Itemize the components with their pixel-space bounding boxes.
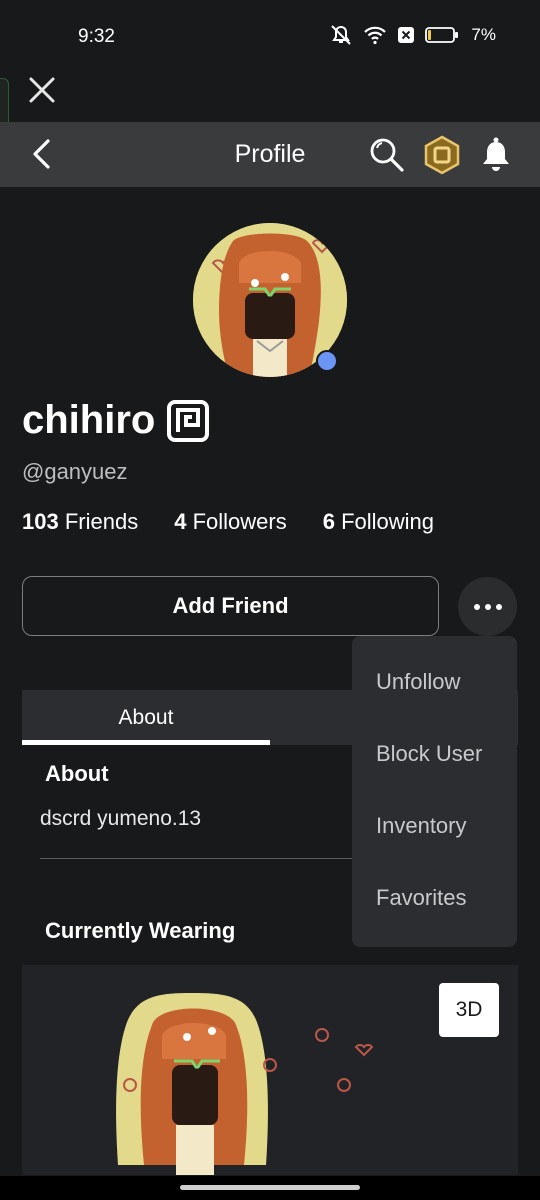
sim-off-icon	[398, 27, 415, 43]
home-indicator[interactable]	[180, 1185, 360, 1190]
more-options-menu: Unfollow Block User Inventory Favorites	[352, 636, 517, 947]
more-dot-icon	[495, 603, 502, 610]
currently-wearing-heading: Currently Wearing	[45, 918, 236, 943]
tab-about[interactable]: About	[22, 690, 270, 745]
status-time: 9:32	[78, 26, 115, 47]
battery-icon	[425, 27, 459, 43]
followers-count: 4	[174, 509, 187, 534]
display-name: chihiro	[22, 398, 156, 442]
friends-label: Friends	[64, 509, 139, 534]
followers-stat[interactable]: 4 Followers	[174, 509, 287, 535]
app-header: Profile	[0, 122, 540, 187]
avatar[interactable]	[193, 223, 347, 377]
more-dot-icon	[484, 603, 491, 610]
about-heading: About	[45, 761, 109, 786]
search-icon[interactable]	[368, 136, 406, 174]
premium-icon	[167, 399, 210, 442]
friends-stat[interactable]: 103 Friends	[22, 509, 138, 535]
battery-percent: 7%	[471, 25, 496, 44]
wifi-icon	[364, 26, 387, 45]
display-name-row: chihiro	[22, 398, 210, 443]
mute-icon	[331, 25, 352, 45]
following-label: Following	[341, 509, 435, 534]
currently-wearing-panel: 3D	[22, 965, 518, 1175]
menu-item-favorites[interactable]: Favorites	[376, 885, 466, 911]
profile-stats: 103 Friends 4 Followers 6 Following	[22, 509, 470, 535]
status-icons: 7%	[329, 24, 496, 46]
menu-item-block-user[interactable]: Block User	[376, 741, 482, 767]
status-bar: 9:32 7%	[0, 0, 540, 72]
bell-icon[interactable]	[479, 136, 513, 174]
close-icon[interactable]	[28, 76, 56, 104]
following-count: 6	[322, 509, 335, 534]
following-stat[interactable]: 6 Following	[323, 509, 434, 535]
add-friend-button[interactable]: Add Friend	[22, 576, 439, 636]
robux-icon[interactable]	[423, 135, 461, 175]
username: @ganyuez	[22, 459, 128, 484]
more-options-button[interactable]	[458, 577, 517, 636]
about-description: dscrd yumeno.13	[40, 807, 202, 830]
friends-count: 103	[22, 509, 59, 534]
view-3d-button[interactable]: 3D	[439, 983, 499, 1037]
online-status-indicator	[316, 350, 338, 372]
menu-item-inventory[interactable]: Inventory	[376, 813, 467, 839]
more-dot-icon	[473, 603, 480, 610]
active-tab-indicator	[22, 740, 270, 745]
followers-label: Followers	[192, 509, 287, 534]
menu-item-unfollow[interactable]: Unfollow	[376, 669, 460, 695]
